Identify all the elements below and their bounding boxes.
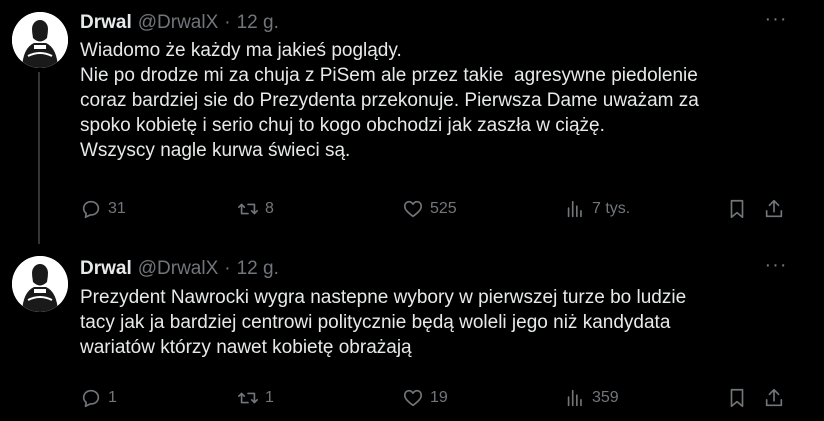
view-count: 7 tys.: [592, 200, 631, 217]
user-handle[interactable]: @DrwalX: [138, 12, 219, 34]
reply-icon: [82, 200, 100, 219]
share-button[interactable]: [763, 197, 785, 221]
views-button[interactable]: 359: [564, 386, 619, 410]
bookmark-icon: [730, 199, 744, 219]
tweet-text: Wiadomo że każdy ma jakieś poglądy. Nie …: [80, 38, 780, 163]
reply-icon: [82, 389, 100, 408]
share-button[interactable]: [763, 386, 785, 410]
reply-count: 1: [108, 389, 117, 406]
separator-dot: ·: [224, 258, 231, 279]
heart-icon: [403, 389, 423, 407]
like-button[interactable]: 19: [402, 386, 448, 410]
action-bar: 1 1 19 359: [80, 386, 824, 410]
share-icon: [765, 199, 783, 218]
thread-line: [38, 72, 40, 244]
tweet-text-line: spoko kobietę i serio chuj to kogo obcho…: [80, 115, 605, 136]
heart-icon: [403, 200, 423, 218]
tweet[interactable]: Drwal @DrwalX · 12 g. ··· Wiadomo że każ…: [0, 0, 824, 244]
views-icon: [567, 389, 582, 407]
tweet-text-line: tacy jak ja bardziej centrowi polityczni…: [80, 312, 671, 333]
bookmark-icon: [730, 388, 744, 408]
retweet-button[interactable]: 8: [237, 197, 274, 221]
display-name[interactable]: Drwal: [80, 12, 132, 34]
tweet[interactable]: Drwal @DrwalX · 12 g. ··· Prezydent Nawr…: [0, 244, 824, 421]
tweet-text-line: Wszyscy nagle kurwa świeci są.: [80, 140, 351, 161]
like-count: 19: [430, 389, 448, 406]
bookmark-button[interactable]: [726, 197, 748, 221]
user-handle[interactable]: @DrwalX: [138, 258, 219, 280]
more-icon[interactable]: ···: [764, 9, 788, 36]
retweet-count: 8: [265, 200, 274, 217]
retweet-button[interactable]: 1: [237, 386, 274, 410]
reply-count: 31: [108, 200, 126, 217]
avatar-image: [12, 256, 68, 312]
display-name[interactable]: Drwal: [80, 258, 132, 280]
timestamp[interactable]: 12 g.: [237, 12, 279, 34]
more-icon[interactable]: ···: [764, 255, 788, 282]
bookmark-button[interactable]: [726, 386, 748, 410]
tweet-text-line: coraz bardziej sie do Prezydenta przekon…: [80, 90, 699, 111]
tweet-text-line: wariatów którzy nawet kobietę obrażają: [80, 337, 412, 358]
action-bar: 31 8 525 7 tys.: [80, 197, 824, 221]
reply-button[interactable]: 31: [80, 197, 126, 221]
retweet-icon: [238, 392, 258, 404]
retweet-count: 1: [265, 389, 274, 406]
retweet-icon: [238, 203, 258, 215]
tweet-text-line: Nie po drodze mi za chuja z PiSem ale pr…: [80, 65, 698, 86]
like-count: 525: [430, 200, 457, 217]
tweet-header: Drwal @DrwalX · 12 g.: [80, 257, 279, 281]
avatar[interactable]: [12, 12, 68, 68]
view-count: 359: [592, 389, 619, 406]
views-icon: [567, 200, 582, 218]
avatar[interactable]: [12, 256, 68, 312]
separator-dot: ·: [224, 12, 231, 33]
tweet-text: Prezydent Nawrocki wygra nastepne wybory…: [80, 285, 780, 360]
share-icon: [765, 388, 783, 407]
reply-button[interactable]: 1: [80, 386, 117, 410]
timestamp[interactable]: 12 g.: [237, 258, 279, 280]
tweet-header: Drwal @DrwalX · 12 g.: [80, 11, 279, 35]
tweet-text-line: Wiadomo że każdy ma jakieś poglądy.: [80, 40, 402, 61]
like-button[interactable]: 525: [402, 197, 457, 221]
tweet-text-line: Prezydent Nawrocki wygra nastepne wybory…: [80, 287, 687, 308]
views-button[interactable]: 7 tys.: [564, 197, 630, 221]
avatar-image: [12, 12, 68, 68]
